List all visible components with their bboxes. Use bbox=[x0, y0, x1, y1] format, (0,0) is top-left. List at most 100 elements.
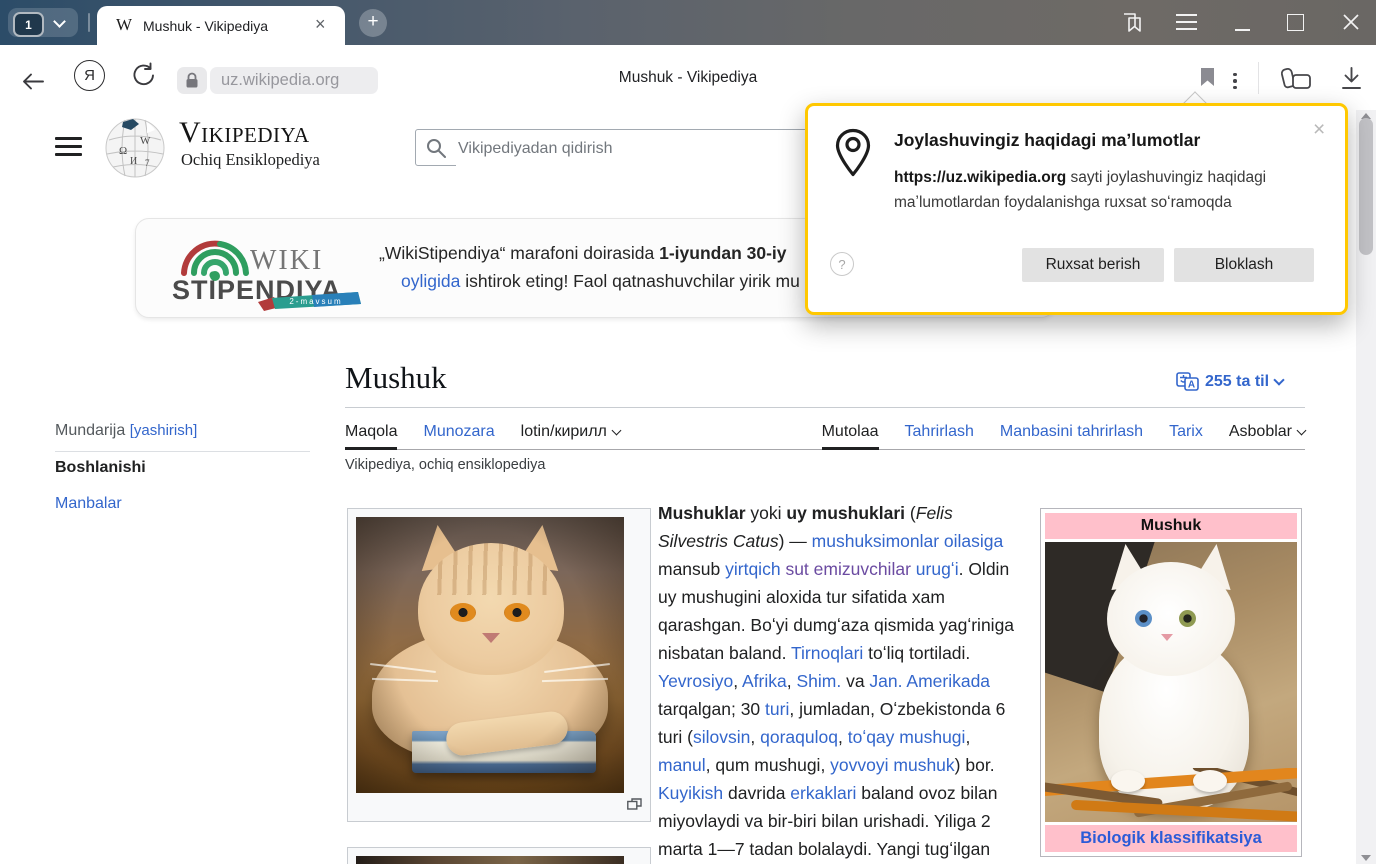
infobox-title: Mushuk bbox=[1045, 513, 1297, 539]
article-tab-mutolaa[interactable]: Mutolaa bbox=[822, 423, 879, 449]
svg-text:Ω: Ω bbox=[119, 145, 127, 157]
wikistipendiya-logo: WIKI STIPENDIYA 2-mavsum bbox=[162, 229, 372, 311]
window-minimize-button[interactable] bbox=[1235, 29, 1250, 31]
enlarge-icon[interactable] bbox=[627, 798, 642, 810]
site-security-button[interactable] bbox=[177, 67, 207, 94]
text-link[interactable]: Jan. Amerikada bbox=[869, 671, 990, 691]
wiki-logo-title[interactable]: Vikipediya bbox=[179, 116, 310, 150]
location-permission-popup: Joylashuvingiz haqidagi maʼlumotlar http… bbox=[805, 103, 1348, 315]
popup-title: Joylashuvingiz haqidagi maʼlumotlar bbox=[894, 130, 1200, 151]
article-thumbnail-cat[interactable] bbox=[347, 508, 651, 822]
infobox-classification-link[interactable]: Biologik klassifikatsiya bbox=[1045, 825, 1297, 852]
toc-hide-link[interactable]: [yashirish] bbox=[130, 422, 198, 439]
lock-icon bbox=[185, 72, 199, 89]
reload-button[interactable] bbox=[130, 62, 156, 88]
wiki-main-menu-icon[interactable] bbox=[55, 137, 82, 156]
article-tab-munozara[interactable]: Munozara bbox=[423, 423, 494, 449]
text-run: ) — bbox=[779, 531, 812, 551]
vertical-scrollbar[interactable] bbox=[1356, 110, 1376, 864]
text-link[interactable]: Afrika bbox=[742, 671, 787, 691]
block-button[interactable]: Bloklash bbox=[1174, 248, 1314, 282]
yandex-button[interactable]: Я bbox=[74, 60, 105, 91]
wikipedia-globe-logo[interactable]: Ω W И 7 bbox=[103, 114, 167, 180]
toc-header: Mundarija [yashirish] bbox=[55, 422, 197, 440]
bookmark-icon[interactable] bbox=[1200, 67, 1215, 87]
article-tab-tahrirlash[interactable]: Tahrirlash bbox=[905, 423, 974, 449]
article-tabs-left: Maqola Munozara lotin/кирилл bbox=[345, 423, 620, 449]
divider bbox=[88, 13, 90, 32]
tab-counter-button[interactable]: 1 bbox=[8, 8, 78, 37]
browser-tab[interactable]: W Mushuk - Vikipediya × bbox=[97, 6, 345, 45]
popup-help-icon[interactable]: ? bbox=[830, 252, 854, 276]
text-link[interactable]: Yevrosiyo bbox=[658, 671, 733, 691]
new-tab-button[interactable]: + bbox=[359, 9, 387, 37]
popup-close-icon[interactable]: × bbox=[1313, 118, 1325, 142]
text-link[interactable]: sut emizuvchilar bbox=[785, 559, 910, 579]
browser-window: 1 W Mushuk - Vikipediya × + Я bbox=[0, 0, 1376, 864]
text-run: Mushuklar bbox=[658, 503, 746, 523]
photo bbox=[356, 856, 624, 864]
text-run: , bbox=[733, 671, 742, 691]
chevron-down-icon bbox=[1297, 426, 1307, 436]
language-selector-button[interactable]: A 255 ta til bbox=[1176, 372, 1283, 391]
scrollbar-thumb[interactable] bbox=[1359, 118, 1373, 255]
text-link[interactable]: manul bbox=[658, 755, 706, 775]
article-thumbnail-2[interactable] bbox=[347, 847, 651, 864]
svg-text:2-mavsum: 2-mavsum bbox=[289, 297, 342, 306]
text-link[interactable]: qoraquloq bbox=[760, 727, 838, 747]
article-tab-tarix[interactable]: Tarix bbox=[1169, 423, 1203, 449]
scroll-down-arrow-icon[interactable] bbox=[1361, 855, 1371, 861]
text-run: , bbox=[787, 671, 797, 691]
more-actions-icon[interactable] bbox=[1228, 67, 1242, 95]
toc-item-manbalar[interactable]: Manbalar bbox=[55, 495, 122, 513]
text-link[interactable]: toʻqay mushugi bbox=[848, 727, 966, 747]
tab-title: Mushuk - Vikipediya bbox=[143, 18, 268, 34]
article-tab-manbasini-tahrirlash[interactable]: Manbasini tahrirlash bbox=[1000, 423, 1143, 449]
chevron-down-icon bbox=[1273, 374, 1284, 385]
text-link[interactable]: urugʻi bbox=[916, 559, 959, 579]
banner-text-line1: „WikiStipendiya“ marafoni doirasida 1-iy… bbox=[379, 243, 787, 264]
back-button[interactable] bbox=[21, 72, 45, 91]
text-link[interactable]: yovvoyi mushuk bbox=[830, 755, 955, 775]
article-tabs-row: Maqola Munozara lotin/кирилл Mutolaa Tahrir… bbox=[345, 414, 1305, 450]
article-tab-maqola[interactable]: Maqola bbox=[345, 423, 397, 449]
menu-icon[interactable] bbox=[1176, 14, 1197, 31]
svg-text:W: W bbox=[140, 135, 151, 147]
tab-close-icon[interactable]: × bbox=[315, 14, 326, 35]
text-link[interactable]: turi bbox=[765, 699, 789, 719]
text-link[interactable]: mushuksimonlar oilasiga bbox=[812, 531, 1004, 551]
banner-text-line2: oyligida ishtirok eting! Faol qatnashuvc… bbox=[401, 271, 800, 292]
text-link[interactable]: Shim. bbox=[796, 671, 841, 691]
text-run: uy mushuklari bbox=[786, 503, 905, 523]
text-run: , bbox=[750, 727, 760, 747]
text-link[interactable]: erkaklari bbox=[790, 783, 856, 803]
extensions-icon[interactable] bbox=[1280, 66, 1314, 93]
languages-icon: A bbox=[1176, 372, 1199, 391]
text-run: tarqalgan; 30 bbox=[658, 699, 765, 719]
address-bar[interactable]: uz.wikipedia.org bbox=[210, 67, 378, 94]
toc-item-boshlanishi[interactable]: Boshlanishi bbox=[55, 459, 146, 477]
article-tab-lotin-кирилл[interactable]: lotin/кирилл bbox=[521, 423, 620, 449]
article-tabs-right: Mutolaa Tahrirlash Manbasini tahrirlash Tar… bbox=[822, 423, 1305, 449]
infobox: Mushuk Biologik klassifikatsiya bbox=[1040, 508, 1302, 857]
svg-text:WIKI: WIKI bbox=[250, 245, 323, 276]
text-link[interactable]: Tirnoqlari bbox=[791, 643, 863, 663]
text-run: , bbox=[965, 727, 970, 747]
window-maximize-button[interactable] bbox=[1287, 14, 1304, 31]
text-link[interactable]: silovsin bbox=[693, 727, 750, 747]
banner-link[interactable]: oyligida bbox=[401, 271, 460, 291]
thumbnail-caption-bar bbox=[356, 793, 642, 813]
svg-text:7: 7 bbox=[145, 158, 150, 168]
text-run: toʻliq tortiladi. bbox=[863, 643, 970, 663]
tab-panels-icon[interactable] bbox=[1119, 11, 1145, 34]
text-run: , qum mushugi, bbox=[706, 755, 831, 775]
allow-button[interactable]: Ruxsat berish bbox=[1022, 248, 1164, 282]
article-tab-asboblar[interactable]: Asboblar bbox=[1229, 423, 1305, 449]
text-link[interactable]: yirtqich bbox=[725, 559, 780, 579]
chevron-down-icon[interactable] bbox=[53, 15, 66, 28]
text-run: ) bor. bbox=[955, 755, 995, 775]
downloads-icon[interactable] bbox=[1341, 67, 1362, 90]
window-close-button[interactable] bbox=[1342, 13, 1360, 31]
divider bbox=[1258, 62, 1259, 94]
text-link[interactable]: Kuyikish bbox=[658, 783, 723, 803]
